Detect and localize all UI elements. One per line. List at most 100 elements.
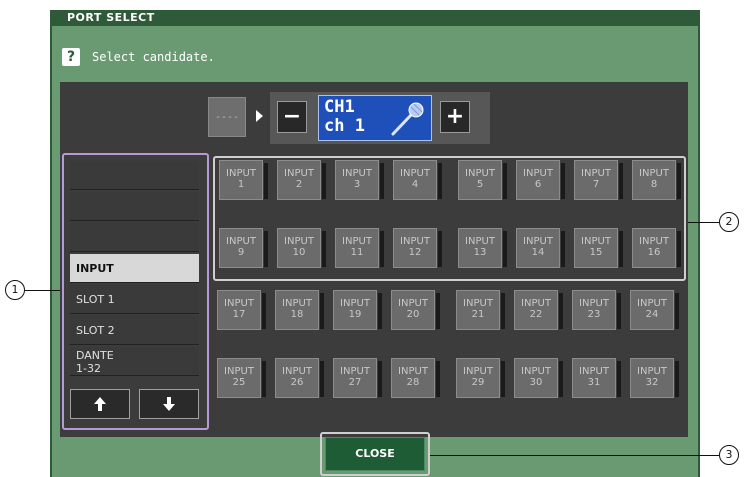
input-port-button[interactable]: INPUT 10	[277, 228, 326, 268]
input-port-button[interactable]: INPUT 30	[514, 358, 563, 398]
arrow-up-icon	[94, 397, 106, 411]
port-number: 2	[295, 179, 303, 190]
input-port-button[interactable]: INPUT 13	[458, 228, 507, 268]
input-port-button[interactable]: INPUT 29	[456, 358, 505, 398]
port-number: 8	[650, 179, 658, 190]
input-port-button[interactable]: INPUT 31	[572, 358, 621, 398]
category-item-input[interactable]: INPUT	[70, 254, 199, 283]
port-number: 11	[350, 247, 364, 258]
microphone-icon	[391, 102, 424, 136]
port-indicator	[262, 293, 266, 329]
category-item-slot2[interactable]: SLOT 2	[70, 316, 199, 345]
port-label: INPUT	[523, 236, 553, 247]
input-port-button[interactable]: INPUT 5	[458, 160, 507, 200]
input-port-button[interactable]: INPUT 12	[393, 228, 442, 268]
help-icon[interactable]: ?	[62, 48, 80, 66]
port-label: INPUT	[342, 236, 372, 247]
port-label: INPUT	[224, 366, 254, 377]
input-port-button[interactable]: INPUT 18	[275, 290, 324, 330]
port-number: 7	[592, 179, 600, 190]
input-port-button[interactable]: INPUT 3	[335, 160, 384, 200]
category-label: SLOT 2	[76, 324, 115, 337]
port-indicator	[619, 231, 623, 267]
port-indicator	[378, 293, 382, 329]
port-indicator	[677, 163, 681, 199]
input-port-button[interactable]: INPUT 1	[219, 160, 268, 200]
port-number: 29	[471, 377, 485, 388]
main-panel: ---- − CH1 ch 1 + INPUT SLOT 1 SLOT 2 DA…	[60, 82, 688, 437]
port-indicator	[322, 163, 326, 199]
category-item-slot1[interactable]: SLOT 1	[70, 285, 199, 314]
input-port-button[interactable]: INPUT 11	[335, 228, 384, 268]
port-indicator	[438, 163, 442, 199]
category-item[interactable]	[70, 192, 199, 221]
input-port-button[interactable]: INPUT 26	[275, 358, 324, 398]
port-indicator	[380, 163, 384, 199]
category-label: SLOT 1	[76, 293, 115, 306]
close-button[interactable]: CLOSE	[325, 437, 425, 471]
port-label: INPUT	[579, 366, 609, 377]
category-item[interactable]	[70, 161, 199, 190]
port-indicator	[320, 293, 324, 329]
input-port-button[interactable]: INPUT 21	[456, 290, 505, 330]
input-port-button[interactable]: INPUT 2	[277, 160, 326, 200]
input-port-button[interactable]: INPUT 16	[632, 228, 681, 268]
scroll-down-button[interactable]	[139, 389, 199, 419]
port-label: INPUT	[398, 366, 428, 377]
port-indicator	[436, 361, 440, 397]
category-item[interactable]	[70, 223, 199, 252]
category-item-dante[interactable]: DANTE 1-32	[70, 347, 199, 376]
port-indicator	[559, 361, 563, 397]
port-number: 10	[292, 247, 306, 258]
input-port-button[interactable]: INPUT 15	[574, 228, 623, 268]
current-patch-button[interactable]: ----	[208, 97, 246, 137]
port-indicator	[264, 163, 268, 199]
port-indicator	[619, 163, 623, 199]
window-title: PORT SELECT	[52, 10, 698, 26]
input-port-button[interactable]: INPUT 6	[516, 160, 565, 200]
channel-minus-button[interactable]: −	[277, 101, 307, 133]
input-port-button[interactable]: INPUT 9	[219, 228, 268, 268]
port-number: 20	[406, 309, 420, 320]
port-label: INPUT	[400, 168, 430, 179]
port-indicator	[501, 361, 505, 397]
port-group-17-32: INPUT 17 INPUT 18 INPUT 19 INPUT 20 INPUT 21 INPUT…	[213, 290, 686, 416]
port-number: 4	[411, 179, 419, 190]
port-label: INPUT	[639, 236, 669, 247]
input-port-button[interactable]: INPUT 27	[333, 358, 382, 398]
port-number: 23	[587, 309, 601, 320]
input-port-button[interactable]: INPUT 4	[393, 160, 442, 200]
input-port-button[interactable]: INPUT 32	[630, 358, 679, 398]
port-number: 15	[589, 247, 603, 258]
scroll-up-button[interactable]	[70, 389, 130, 419]
input-port-button[interactable]: INPUT 7	[574, 160, 623, 200]
input-port-button[interactable]: INPUT 17	[217, 290, 266, 330]
callout-2-leader	[688, 222, 719, 223]
channel-display[interactable]: CH1 ch 1	[318, 95, 432, 141]
input-port-button[interactable]: INPUT 8	[632, 160, 681, 200]
category-label: DANTE 1-32	[76, 349, 114, 375]
port-number: 17	[232, 309, 246, 320]
input-port-button[interactable]: INPUT 14	[516, 228, 565, 268]
input-port-button[interactable]: INPUT 23	[572, 290, 621, 330]
input-port-button[interactable]: INPUT 25	[217, 358, 266, 398]
input-port-button[interactable]: INPUT 28	[391, 358, 440, 398]
input-port-button[interactable]: INPUT 22	[514, 290, 563, 330]
input-port-button[interactable]: INPUT 24	[630, 290, 679, 330]
port-number: 1	[237, 179, 245, 190]
port-label: INPUT	[637, 298, 667, 309]
port-label: INPUT	[465, 236, 495, 247]
port-label: INPUT	[579, 298, 609, 309]
port-number: 27	[348, 377, 362, 388]
port-label: INPUT	[581, 168, 611, 179]
port-indicator	[677, 231, 681, 267]
channel-plus-button[interactable]: +	[440, 101, 470, 133]
port-label: INPUT	[282, 298, 312, 309]
port-label: INPUT	[463, 366, 493, 377]
port-number: 5	[476, 179, 484, 190]
input-port-button[interactable]: INPUT 19	[333, 290, 382, 330]
port-number: 24	[645, 309, 659, 320]
port-label: INPUT	[398, 298, 428, 309]
input-port-button[interactable]: INPUT 20	[391, 290, 440, 330]
port-number: 18	[290, 309, 304, 320]
